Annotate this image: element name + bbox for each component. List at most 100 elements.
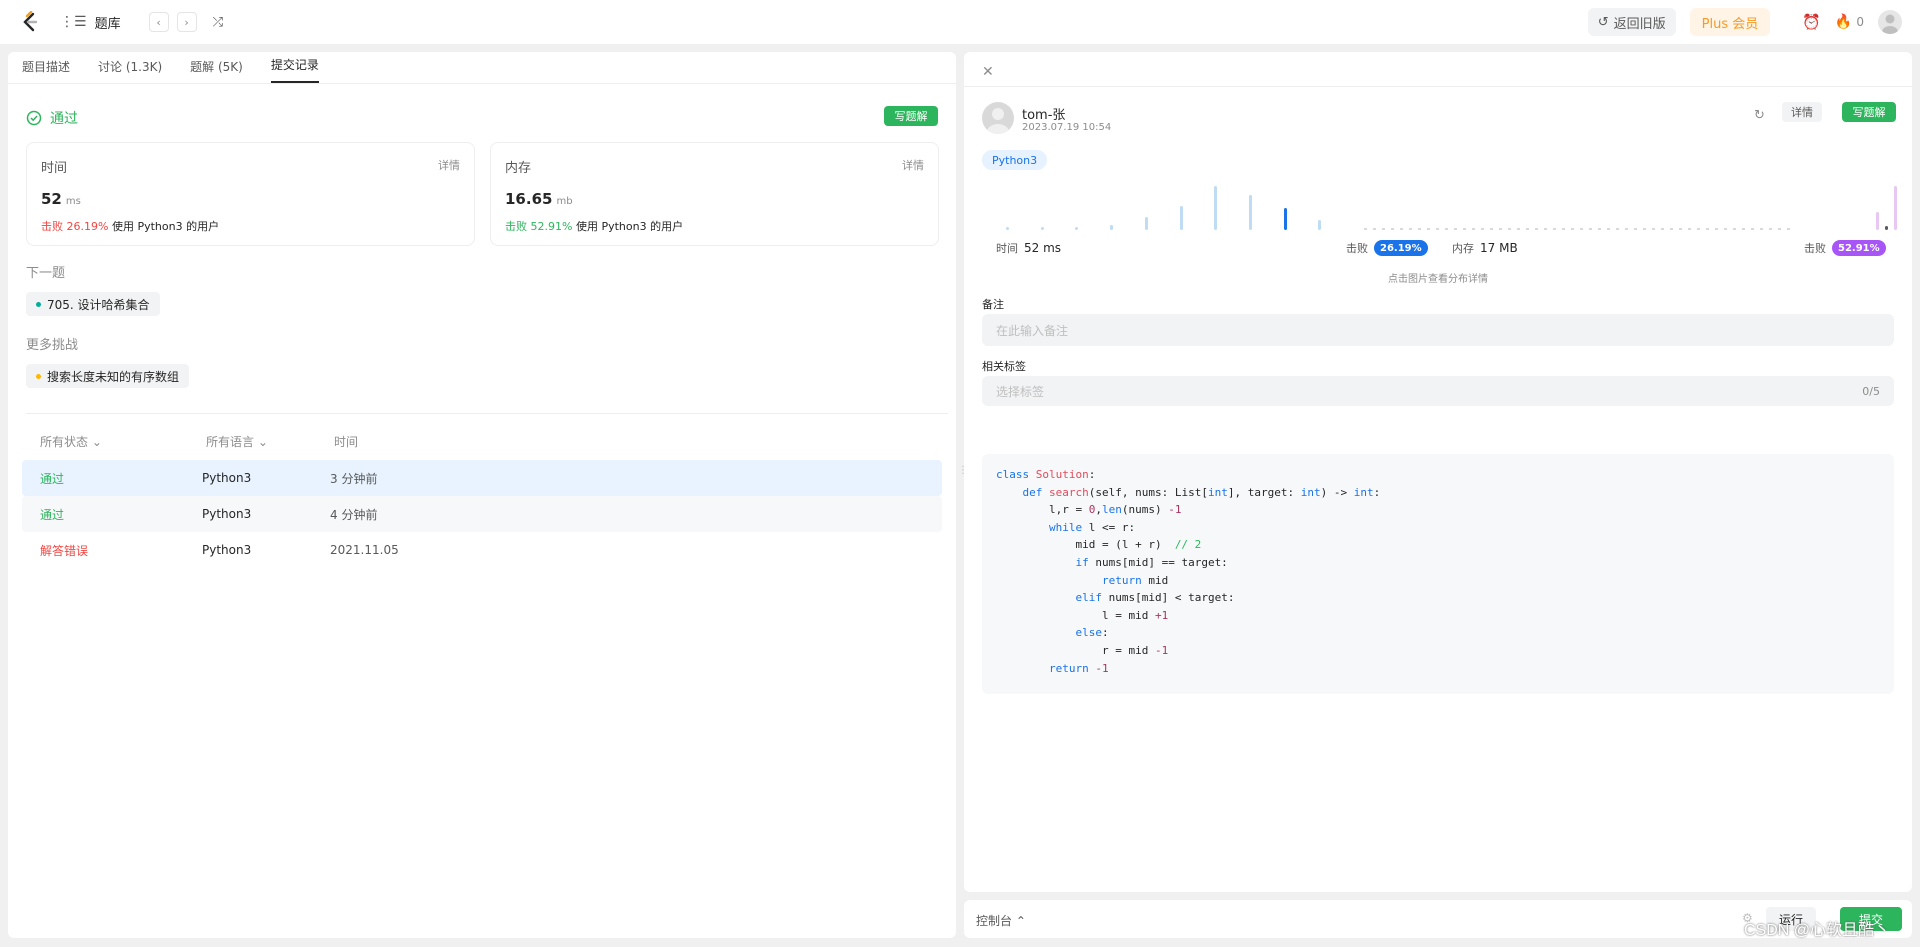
row-language: Python3 <box>202 543 252 557</box>
memory-distribution-tick <box>1580 228 1583 230</box>
memory-distribution-tick <box>1562 228 1565 230</box>
memory-distribution-tick <box>1364 228 1367 230</box>
time-stat: 时间 52 ms <box>996 240 1061 256</box>
fire-icon: 🔥 <box>1834 14 1853 30</box>
memory-card[interactable]: 内存 详情 16.65 mb 击败 52.91% 使用 Python3 的用户 <box>490 142 939 246</box>
submitter-avatar[interactable] <box>982 102 1014 134</box>
tags-select[interactable]: 选择标签 0/5 <box>982 376 1894 406</box>
memory-distribution-tick <box>1391 228 1394 230</box>
memory-distribution-tick <box>1616 228 1619 230</box>
time-distribution-bar <box>1318 220 1322 230</box>
streak-count: 0 <box>1856 15 1864 29</box>
problem-list-icon[interactable]: ⋮☰ <box>60 14 87 30</box>
memory-distribution-tick <box>1724 228 1727 230</box>
row-time: 3 分钟前 <box>330 471 378 486</box>
time-stat-value: 52 ms <box>1024 241 1062 255</box>
write-solution-button[interactable]: 写题解 <box>1842 102 1896 122</box>
tab-description[interactable]: 题目描述 <box>22 58 70 83</box>
next-problem-chip[interactable]: 705. 设计哈希集合 <box>26 292 160 316</box>
check-circle-icon <box>26 110 42 126</box>
top-bar: ⋮☰ 题库 ‹ › ⤮ ↺ 返回旧版 Plus 会员 ⏰ 🔥 0 <box>0 0 1920 44</box>
time-distribution-bar <box>1214 186 1218 230</box>
note-input[interactable]: 在此输入备注 <box>982 314 1894 346</box>
old-version-label: 返回旧版 <box>1613 16 1666 32</box>
memory-distribution-bar <box>1876 212 1879 230</box>
shuffle-icon[interactable]: ⤮ <box>213 15 223 30</box>
time-beat-label: 击败 <box>1346 242 1368 255</box>
time-beat-pill: 26.19% <box>1374 240 1428 256</box>
memory-unit: mb <box>556 196 573 207</box>
time-stat-label: 时间 <box>996 242 1018 255</box>
row-status[interactable]: 通过 <box>22 506 202 523</box>
table-row[interactable]: 通过 Python3 4 分钟前 <box>22 496 942 532</box>
runtime-detail-link[interactable]: 详情 <box>438 157 460 173</box>
console-toggle[interactable]: 控制台 ⌃ <box>976 912 1026 929</box>
status-filter[interactable]: 所有状态 ⌄ <box>26 433 206 450</box>
memory-value: 16.65 mb <box>505 190 924 208</box>
more-challenge-title: 搜索长度未知的有序数组 <box>47 369 180 384</box>
time-beat-stat: 击败 26.19% <box>1346 240 1428 256</box>
memory-distribution-tick <box>1571 228 1574 230</box>
watermark: CSDN @心软且酷丶 <box>1744 922 1891 939</box>
memory-distribution-tick <box>1463 228 1466 230</box>
old-version-button[interactable]: ↺ 返回旧版 <box>1587 8 1676 36</box>
language-filter[interactable]: 所有语言 ⌄ <box>206 433 334 450</box>
panel-splitter-handle[interactable]: ⋮ <box>958 465 968 476</box>
console-label: 控制台 <box>976 914 1013 928</box>
table-row[interactable]: 解答错误 Python3 2021.11.05 <box>22 532 942 568</box>
memory-detail-link[interactable]: 详情 <box>902 157 924 173</box>
memory-distribution-tick <box>1760 228 1763 230</box>
submitter-name[interactable]: tom-张 <box>1022 104 1065 123</box>
left-panel: 题目描述 讨论 (1.3K) 题解 (5K) 提交记录 通过 写题解 时间 详情… <box>8 52 956 938</box>
submissions-table-header: 所有状态 ⌄ 所有语言 ⌄ 时间 <box>26 426 948 456</box>
streak-counter[interactable]: 🔥 0 <box>1835 14 1864 30</box>
status-filter-label: 所有状态 <box>40 434 89 449</box>
write-solution-button[interactable]: 写题解 <box>884 106 938 126</box>
detail-button[interactable]: 详情 <box>1782 102 1822 122</box>
row-time: 2021.11.05 <box>330 543 399 557</box>
user-avatar[interactable] <box>1878 10 1902 34</box>
memory-distribution-tick <box>1445 228 1448 230</box>
plus-member-button[interactable]: Plus 会员 <box>1689 8 1771 36</box>
memory-distribution-tick <box>1679 228 1682 230</box>
memory-beat-pct: 击败 52.91% <box>505 220 573 233</box>
memory-distribution-tick <box>1706 228 1709 230</box>
memory-distribution-tick <box>1652 228 1655 230</box>
memory-distribution-tick <box>1508 228 1511 230</box>
alarm-icon[interactable]: ⏰ <box>1802 13 1821 31</box>
divider <box>964 86 1912 87</box>
memory-distribution-tick <box>1526 228 1529 230</box>
tab-solutions[interactable]: 题解 (5K) <box>190 58 243 83</box>
medium-dot-icon <box>36 373 41 379</box>
refresh-icon[interactable]: ↻ <box>1754 108 1765 123</box>
close-icon[interactable]: ✕ <box>982 64 994 80</box>
memory-distribution-tick <box>1589 228 1592 230</box>
memory-distribution-tick <box>1634 228 1637 230</box>
row-status[interactable]: 通过 <box>22 470 202 487</box>
memory-distribution-tick <box>1625 228 1628 230</box>
next-problem-button[interactable]: › <box>176 12 197 32</box>
easy-dot-icon <box>36 301 41 307</box>
prev-problem-button[interactable]: ‹ <box>148 12 169 32</box>
row-status[interactable]: 解答错误 <box>22 542 202 559</box>
time-distribution-bar <box>1179 205 1183 230</box>
memory-beat-stat: 击败 52.91% <box>1804 240 1886 256</box>
memory-distribution-tick <box>1418 228 1421 230</box>
more-challenges-label: 更多挑战 <box>26 338 79 353</box>
memory-beat-pill: 52.91% <box>1832 240 1886 256</box>
code-viewer[interactable]: class Solution: def search(self, nums: L… <box>982 454 1894 694</box>
time-distribution-bar <box>1144 216 1148 230</box>
tab-submissions[interactable]: 提交记录 <box>270 56 319 83</box>
more-challenge-chip[interactable]: 搜索长度未知的有序数组 <box>26 364 190 388</box>
memory-distribution-tick <box>1742 228 1745 230</box>
table-row[interactable]: 通过 Python3 3 分钟前 <box>22 460 942 496</box>
memory-distribution-tick <box>1697 228 1700 230</box>
memory-beat: 击败 52.91% 使用 Python3 的用户 <box>505 218 924 234</box>
runtime-card[interactable]: 时间 详情 52 ms 击败 26.19% 使用 Python3 的用户 <box>26 142 475 246</box>
next-problem-title: 705. 设计哈希集合 <box>47 297 150 312</box>
problem-list-title[interactable]: 题库 <box>95 13 121 32</box>
row-language: Python3 <box>202 507 252 521</box>
tab-discussion[interactable]: 讨论 (1.3K) <box>98 58 162 83</box>
memory-distribution-tick <box>1427 228 1430 230</box>
leetcode-logo[interactable] <box>20 11 40 33</box>
